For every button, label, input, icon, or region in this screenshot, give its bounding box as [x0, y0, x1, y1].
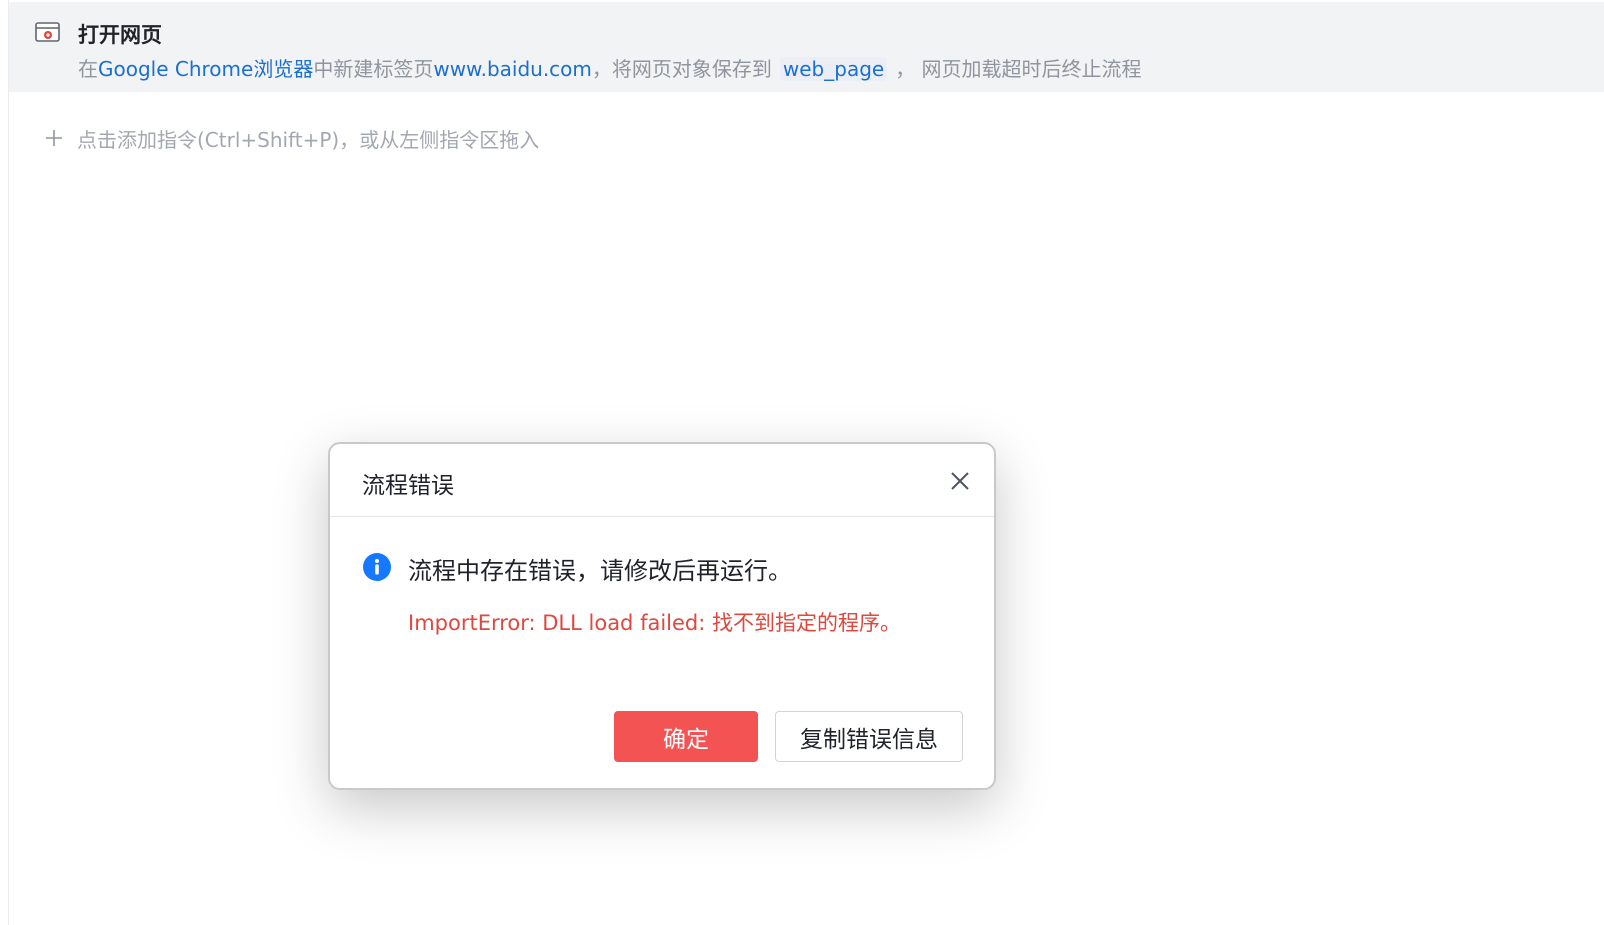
add-command-row[interactable]: 点击添加指令(Ctrl+Shift+P)，或从左侧指令区拖入	[43, 124, 539, 152]
command-row-open-webpage[interactable]: 打开网页 在Google Chrome浏览器中新建标签页www.baidu.co…	[9, 2, 1604, 92]
desc-suffix: ， 网页加载超时后终止流程	[895, 57, 1142, 81]
desc-mid: 中新建标签页	[313, 57, 434, 81]
flow-error-dialog: 流程错误 流程中存在错误，请修改后再运行。 ImportError: DLL l…	[328, 442, 996, 790]
error-detail: ImportError: DLL load failed: 找不到指定的程序。	[408, 611, 901, 635]
browser-window-icon	[35, 22, 60, 42]
close-icon[interactable]	[947, 468, 973, 494]
desc-save-text: ，将网页对象保存到	[591, 57, 772, 81]
plus-icon	[46, 130, 62, 146]
info-icon	[363, 553, 391, 581]
desc-variable[interactable]: web_page	[779, 57, 888, 81]
command-description: 在Google Chrome浏览器中新建标签页www.baidu.com，将网页…	[78, 53, 1142, 82]
copy-error-button[interactable]: 复制错误信息	[775, 711, 963, 762]
desc-browser: Google Chrome浏览器	[98, 57, 314, 81]
dialog-header: 流程错误	[330, 444, 994, 517]
dialog-message: 流程中存在错误，请修改后再运行。	[408, 557, 792, 585]
dialog-title: 流程错误	[362, 473, 454, 499]
confirm-button[interactable]: 确定	[614, 711, 758, 762]
desc-prefix: 在	[78, 57, 98, 81]
add-command-label: 点击添加指令(Ctrl+Shift+P)，或从左侧指令区拖入	[77, 127, 540, 152]
desc-url: www.baidu.com	[433, 57, 592, 81]
command-title: 打开网页	[78, 23, 162, 47]
